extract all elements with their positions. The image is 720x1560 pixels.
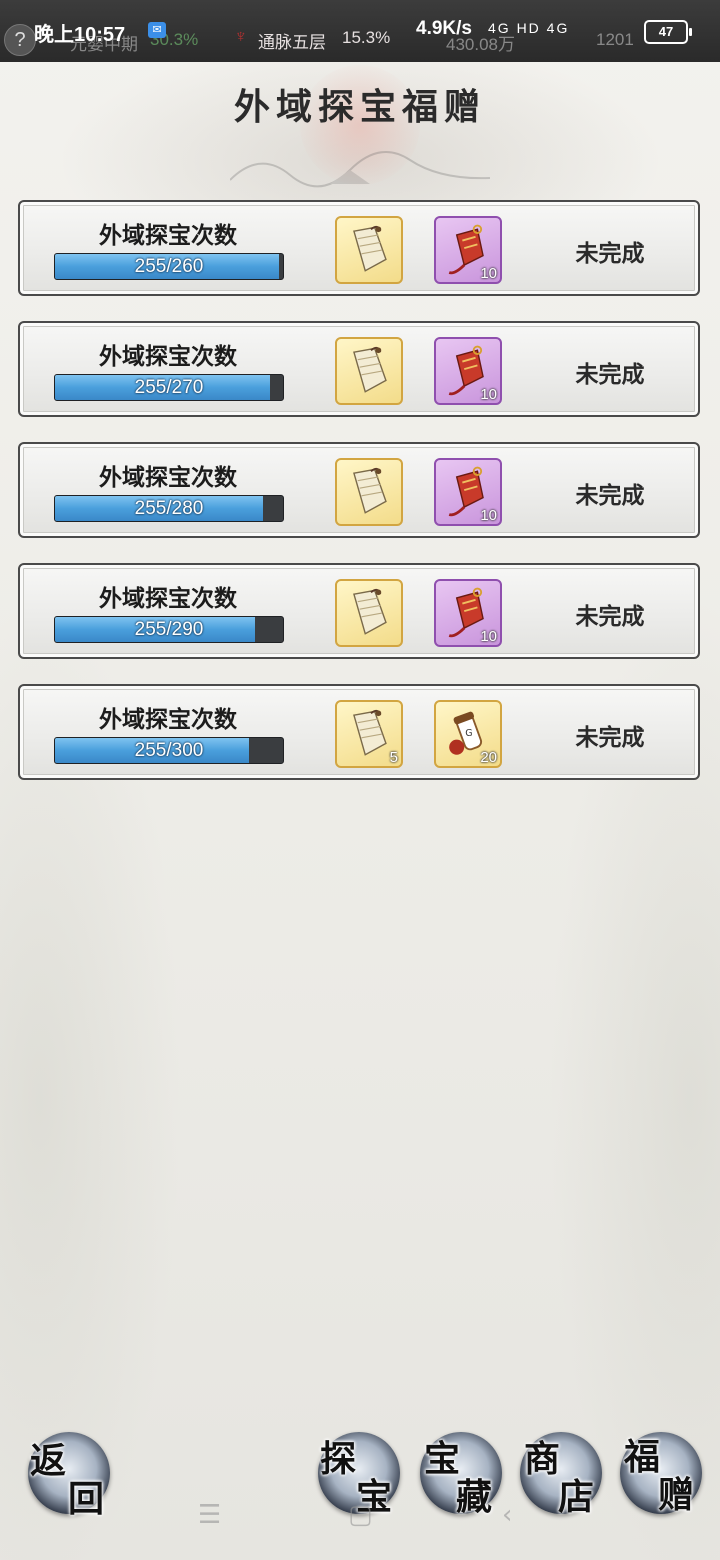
task-row: 外域探宝次数 255/270 10 未完成: [18, 321, 700, 417]
svg-text:G: G: [465, 728, 472, 739]
task-row: 外域探宝次数 255/290 10 未完成: [18, 563, 700, 659]
task-status[interactable]: 未完成: [560, 234, 660, 268]
reward-slot-1[interactable]: [335, 337, 403, 405]
explore-char-1: 探: [320, 1438, 357, 1480]
reward-slot-2[interactable]: 10: [434, 337, 502, 405]
gift-char-1: 福: [624, 1436, 661, 1478]
shop-char-1: 商: [524, 1438, 561, 1480]
task-row: 外域探宝次数 255/300 5 G 20 未完成: [18, 684, 700, 780]
task-row: 外域探宝次数 255/280 10 未完成: [18, 442, 700, 538]
notification-icon: ✉: [148, 22, 166, 38]
scroll-map-icon: [353, 346, 387, 393]
reward-slot-2[interactable]: 10: [434, 216, 502, 284]
task-status[interactable]: 未完成: [560, 597, 660, 631]
page-title: 外域探宝福赠: [233, 86, 486, 128]
realm-label: 通脉五层: [258, 33, 326, 52]
task-row: 外域探宝次数 255/260 10 未完成: [18, 200, 700, 296]
progress-text: 255/300: [134, 740, 204, 761]
task-label: 外域探宝次数: [99, 465, 237, 491]
reward-slot-1[interactable]: [335, 458, 403, 526]
reward-slot-1[interactable]: 5: [335, 700, 403, 768]
task-progress-bar: 255/260: [54, 253, 284, 280]
reward-slot-1[interactable]: [335, 579, 403, 647]
task-status[interactable]: 未完成: [560, 476, 660, 510]
task-progress-bar: 255/280: [54, 495, 284, 522]
progress-text: 255/280: [134, 498, 204, 519]
reward-count: 20: [480, 749, 497, 766]
back-nav-icon[interactable]: ‹: [502, 1500, 512, 1530]
menu-icon[interactable]: ☰: [198, 1500, 221, 1530]
progress-text: 255/260: [134, 256, 204, 277]
task-progress-bar: 255/270: [54, 374, 284, 401]
scroll-map-icon: [353, 588, 387, 635]
reward-count: 10: [480, 265, 497, 282]
reward-slot-1[interactable]: [335, 216, 403, 284]
task-status[interactable]: 未完成: [560, 718, 660, 752]
reward-count: 10: [480, 386, 497, 403]
network-speed: 4.9K/s: [416, 18, 472, 39]
gold-amount: 1201: [596, 30, 634, 49]
task-label: 外域探宝次数: [99, 344, 237, 370]
treasure-char-1: 宝: [424, 1438, 461, 1480]
progress-text: 255/290: [134, 619, 204, 640]
help-button[interactable]: ?: [4, 24, 36, 56]
task-label: 外域探宝次数: [99, 223, 237, 249]
reward-slot-2[interactable]: G 20: [434, 700, 502, 768]
reward-count: 10: [480, 507, 497, 524]
task-progress-bar: 255/290: [54, 616, 284, 643]
task-progress-bar: 255/300: [54, 737, 284, 764]
system-nav-bar: ☰ ▢ ‹: [0, 1500, 720, 1540]
progress-text: 255/270: [134, 377, 204, 398]
task-label: 外域探宝次数: [99, 707, 237, 733]
ink-landscape-decoration: [230, 151, 490, 188]
home-icon[interactable]: ▢: [348, 1500, 373, 1530]
scroll-map-icon: [353, 225, 387, 272]
task-status[interactable]: 未完成: [560, 355, 660, 389]
realm-percent: 15.3%: [342, 28, 391, 47]
reward-count: 5: [389, 749, 398, 766]
battery-icon: 47: [644, 20, 692, 44]
signal-icons: 4G HD 4G: [488, 20, 570, 36]
status-bar: ? 元婴中期 30.3% 晚上10:57 ✉ ♆ 通脉五层 15.3% 430.…: [0, 0, 720, 62]
task-label: 外域探宝次数: [99, 586, 237, 612]
reward-count: 10: [480, 628, 497, 645]
realm-icon: ♆: [234, 26, 248, 46]
back-char-1: 返: [30, 1440, 67, 1482]
reward-slot-2[interactable]: 10: [434, 458, 502, 526]
reward-slot-2[interactable]: 10: [434, 579, 502, 647]
scroll-map-icon: [353, 467, 387, 514]
clock: 晚上10:57: [34, 24, 126, 46]
task-list: 外域探宝次数 255/260 10 未完成 外域探宝次数 255/270 10 …: [18, 200, 700, 805]
